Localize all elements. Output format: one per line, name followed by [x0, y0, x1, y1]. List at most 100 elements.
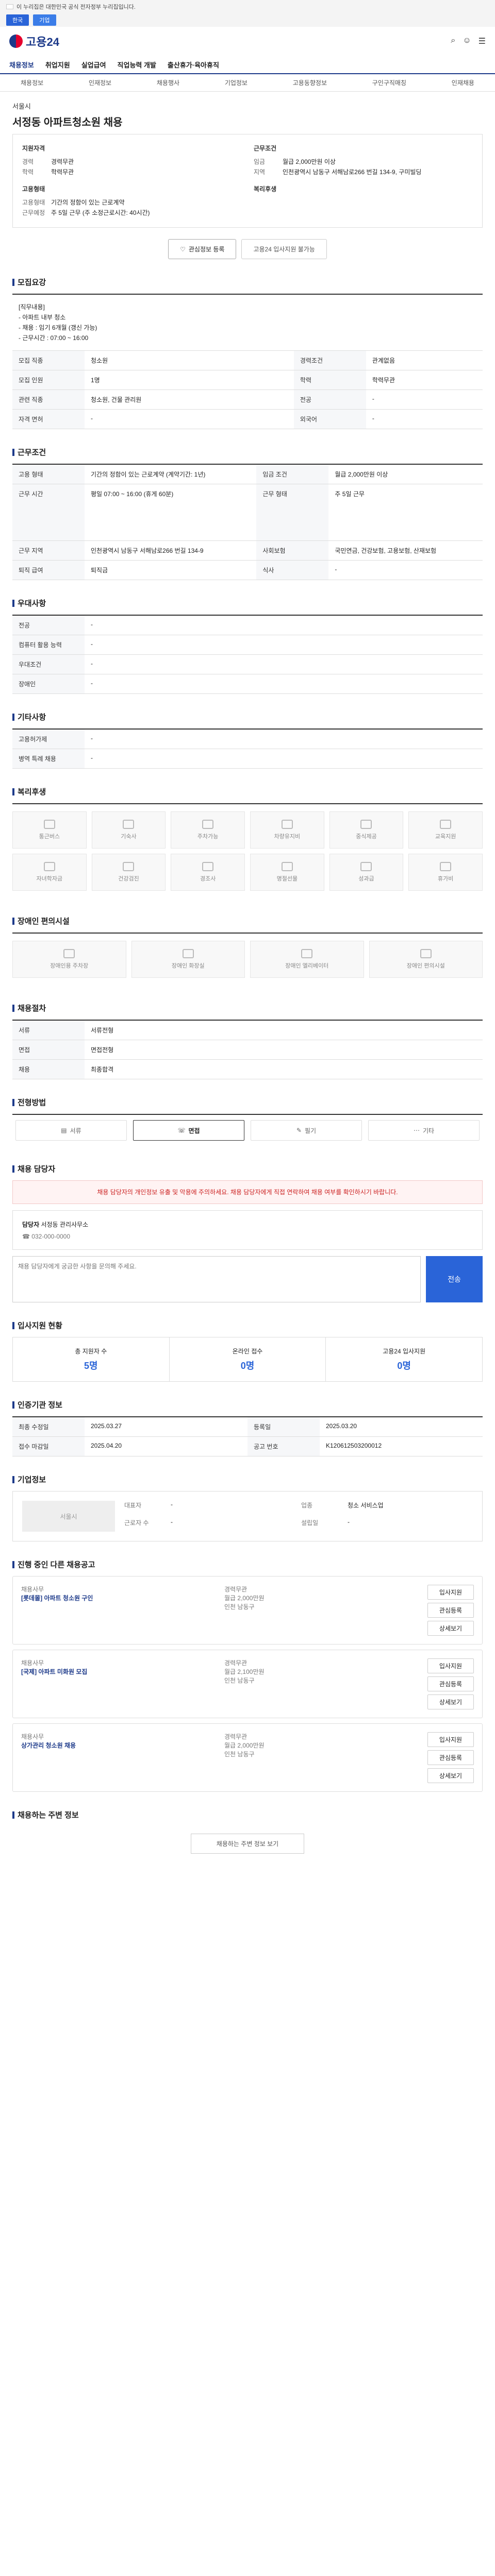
section-marker	[12, 279, 14, 286]
header: 고용24 ⌕ ☺ ☰	[0, 27, 495, 56]
tab-document[interactable]: ▤ 서류	[15, 1120, 127, 1141]
section-marker	[12, 1322, 14, 1329]
info-key: 공고 번호	[248, 1437, 320, 1456]
similar-detail: 경력무관	[224, 1659, 248, 1667]
similar-detail: 경력무관	[224, 1733, 248, 1740]
table-row: 고용 형태 기간의 정함이 있는 근로계약 (계약기간: 1년) 임금 조건 월급 2…	[12, 464, 483, 484]
subnav-item-5[interactable]: 구인구직매칭	[372, 78, 406, 87]
similar-save-button[interactable]: 관심등록	[427, 1676, 474, 1691]
summary-welfare-title: 복리후생	[254, 185, 277, 193]
tab-label: 서류	[70, 1127, 81, 1134]
welfare-label: 명절선물	[276, 876, 298, 882]
meal-icon	[360, 820, 372, 829]
home-icon	[123, 820, 135, 829]
save-interest-label: 관심정보 등록	[188, 246, 225, 253]
table-row: 면접 면접전형	[12, 1040, 483, 1060]
search-icon[interactable]: ⌕	[451, 36, 455, 46]
section-nearby-title: 채용하는 주변 정보	[12, 1807, 483, 1820]
subnav-item-6[interactable]: 인재채용	[452, 78, 474, 87]
table-cell: 퇴직금	[85, 560, 257, 580]
bus-icon	[43, 820, 55, 829]
similar-view-button[interactable]: 상세보기	[427, 1694, 474, 1709]
table-header: 모집 직종	[12, 350, 85, 370]
gnb-item-1[interactable]: 취업지원	[45, 60, 70, 70]
contact-name-label: 담당자	[22, 1221, 40, 1228]
coin-icon	[360, 862, 372, 871]
similar-view-button[interactable]: 상세보기	[427, 1768, 474, 1783]
nearby-info-button[interactable]: 채용하는 주변 정보 보기	[191, 1834, 304, 1854]
subnav-item-3[interactable]: 기업정보	[225, 78, 248, 87]
info-grid: 최종 수정일 2025.03.27 등록일 2025.03.20 접수 마감일 202…	[12, 1416, 483, 1456]
similar-company: 채용사무	[21, 1586, 44, 1593]
section-etc-label: 기타사항	[18, 713, 46, 722]
similar-apply-button[interactable]: 입사지원	[427, 1732, 474, 1747]
tab-written[interactable]: ✎ 필기	[251, 1120, 362, 1141]
lang-chip-a[interactable]: 한국	[6, 14, 29, 26]
similar-title[interactable]: [롯데몰] 아파트 청소원 구인	[21, 1594, 219, 1602]
similar-save-button[interactable]: 관심등록	[427, 1750, 474, 1765]
table-cell: -	[85, 635, 483, 655]
kv-value: 월급 2,000만원 이상	[283, 158, 336, 165]
similar-detail: 월급 2,000만원	[224, 1595, 265, 1602]
wheelchair-icon	[420, 949, 432, 958]
sub-nav: 채용정보 인재정보 채용행사 기업정보 고용동향정보 구인구직매칭 인재채용	[0, 74, 495, 92]
similar-detail: 월급 2,100만원	[224, 1668, 265, 1675]
gov-banner-text: 이 누리집은 대한민국 공식 전자정부 누리집입니다.	[16, 4, 136, 10]
table-header: 퇴직 급여	[12, 560, 85, 580]
company-name[interactable]: 서울시	[12, 101, 483, 111]
inquiry-input[interactable]	[12, 1256, 421, 1302]
similar-title[interactable]: [국제] 아파트 미화원 모집	[21, 1667, 219, 1676]
table-cell: 청소원, 건물 관리원	[85, 389, 294, 410]
similar-job-card[interactable]: 채용사무 상가관리 청소원 채용 경력무관 월급 2,000만원 인천 남동구 입사지…	[12, 1723, 483, 1792]
similar-job-card[interactable]: 채용사무 [롯데몰] 아파트 청소원 구인 경력무관 월급 2,000만원 인천 남동…	[12, 1576, 483, 1645]
gnb-item-2[interactable]: 실업급여	[81, 60, 106, 70]
subnav-item-0[interactable]: 채용정보	[21, 78, 43, 87]
disabled-item: 장애인 화장실	[131, 941, 245, 978]
gnb-item-4[interactable]: 출산휴가·육아휴직	[168, 60, 219, 70]
similar-view-button[interactable]: 상세보기	[427, 1621, 474, 1636]
menu-icon[interactable]: ☰	[478, 36, 486, 46]
similar-apply-button[interactable]: 입사지원	[427, 1585, 474, 1600]
apply-button[interactable]: 고용24 입사지원 불가능	[241, 239, 327, 259]
gnb-item-3[interactable]: 직업능력 개발	[118, 60, 156, 70]
stat-label: 총 지원자 수	[75, 1348, 107, 1355]
table-header: 관련 직종	[12, 389, 85, 410]
section-similar-label: 진행 중인 다른 채용공고	[18, 1561, 95, 1569]
global-nav: 채용정보 취업지원 실업급여 직업능력 개발 출산휴가·육아휴직	[0, 56, 495, 74]
section-company-title: 기업정보	[12, 1472, 483, 1485]
kv-key: 근무예정	[22, 209, 45, 216]
send-button[interactable]: 전송	[426, 1256, 483, 1302]
similar-job-card[interactable]: 채용사무 [국제] 아파트 미화원 모집 경력무관 월급 2,100만원 인천 남동구…	[12, 1650, 483, 1718]
recruit-table: 모집 직종 청소원 경력조건 관계없음 모집 인원 1명 학력 학력무관 관련 직종 청소원,…	[12, 350, 483, 429]
summary-employment-title: 고용형태	[22, 185, 45, 193]
subnav-item-1[interactable]: 인재정보	[89, 78, 111, 87]
etc-icon: ⋯	[413, 1127, 420, 1134]
similar-apply-button[interactable]: 입사지원	[427, 1658, 474, 1673]
section-marker	[12, 1165, 14, 1173]
lang-chip-b[interactable]: 기업	[33, 14, 56, 26]
section-support-label: 우대사항	[18, 599, 46, 608]
tab-etc[interactable]: ⋯ 기타	[368, 1120, 480, 1141]
brand-logo[interactable]: 고용24	[9, 33, 59, 49]
welfare-label: 휴가비	[437, 876, 454, 882]
save-interest-button[interactable]: ♡ 관심정보 등록	[168, 239, 237, 259]
gnb-item-0[interactable]: 채용정보	[9, 60, 34, 70]
similar-title[interactable]: 상가관리 청소원 채용	[21, 1741, 219, 1750]
table-header: 식사	[256, 560, 329, 580]
table-row: 자격 면허 - 외국어 -	[12, 409, 483, 429]
stat-goyong24: 고용24 입사지원 0명	[326, 1337, 482, 1381]
section-disabled-label: 장애인 편의시설	[18, 917, 70, 926]
similar-detail: 월급 2,000만원	[224, 1742, 265, 1749]
similar-save-button[interactable]: 관심등록	[427, 1603, 474, 1618]
info-value: K120612503200012	[320, 1437, 483, 1456]
company-key: 대표자	[124, 1502, 142, 1509]
job-title: 서정동 아파트청소원 채용	[12, 117, 123, 128]
subnav-item-4[interactable]: 고용동향정보	[293, 78, 327, 87]
tab-interview[interactable]: ☏ 면접	[133, 1120, 244, 1141]
similar-detail: 인천 남동구	[224, 1751, 255, 1758]
subnav-item-2[interactable]: 채용행사	[157, 78, 179, 87]
table-cell: 최종합격	[85, 1059, 483, 1079]
kv-value: 인천광역시 남동구 서해남로266 번길 134-9, 구미빌딩	[283, 168, 422, 176]
health-icon	[123, 862, 135, 871]
user-icon[interactable]: ☺	[463, 36, 471, 46]
